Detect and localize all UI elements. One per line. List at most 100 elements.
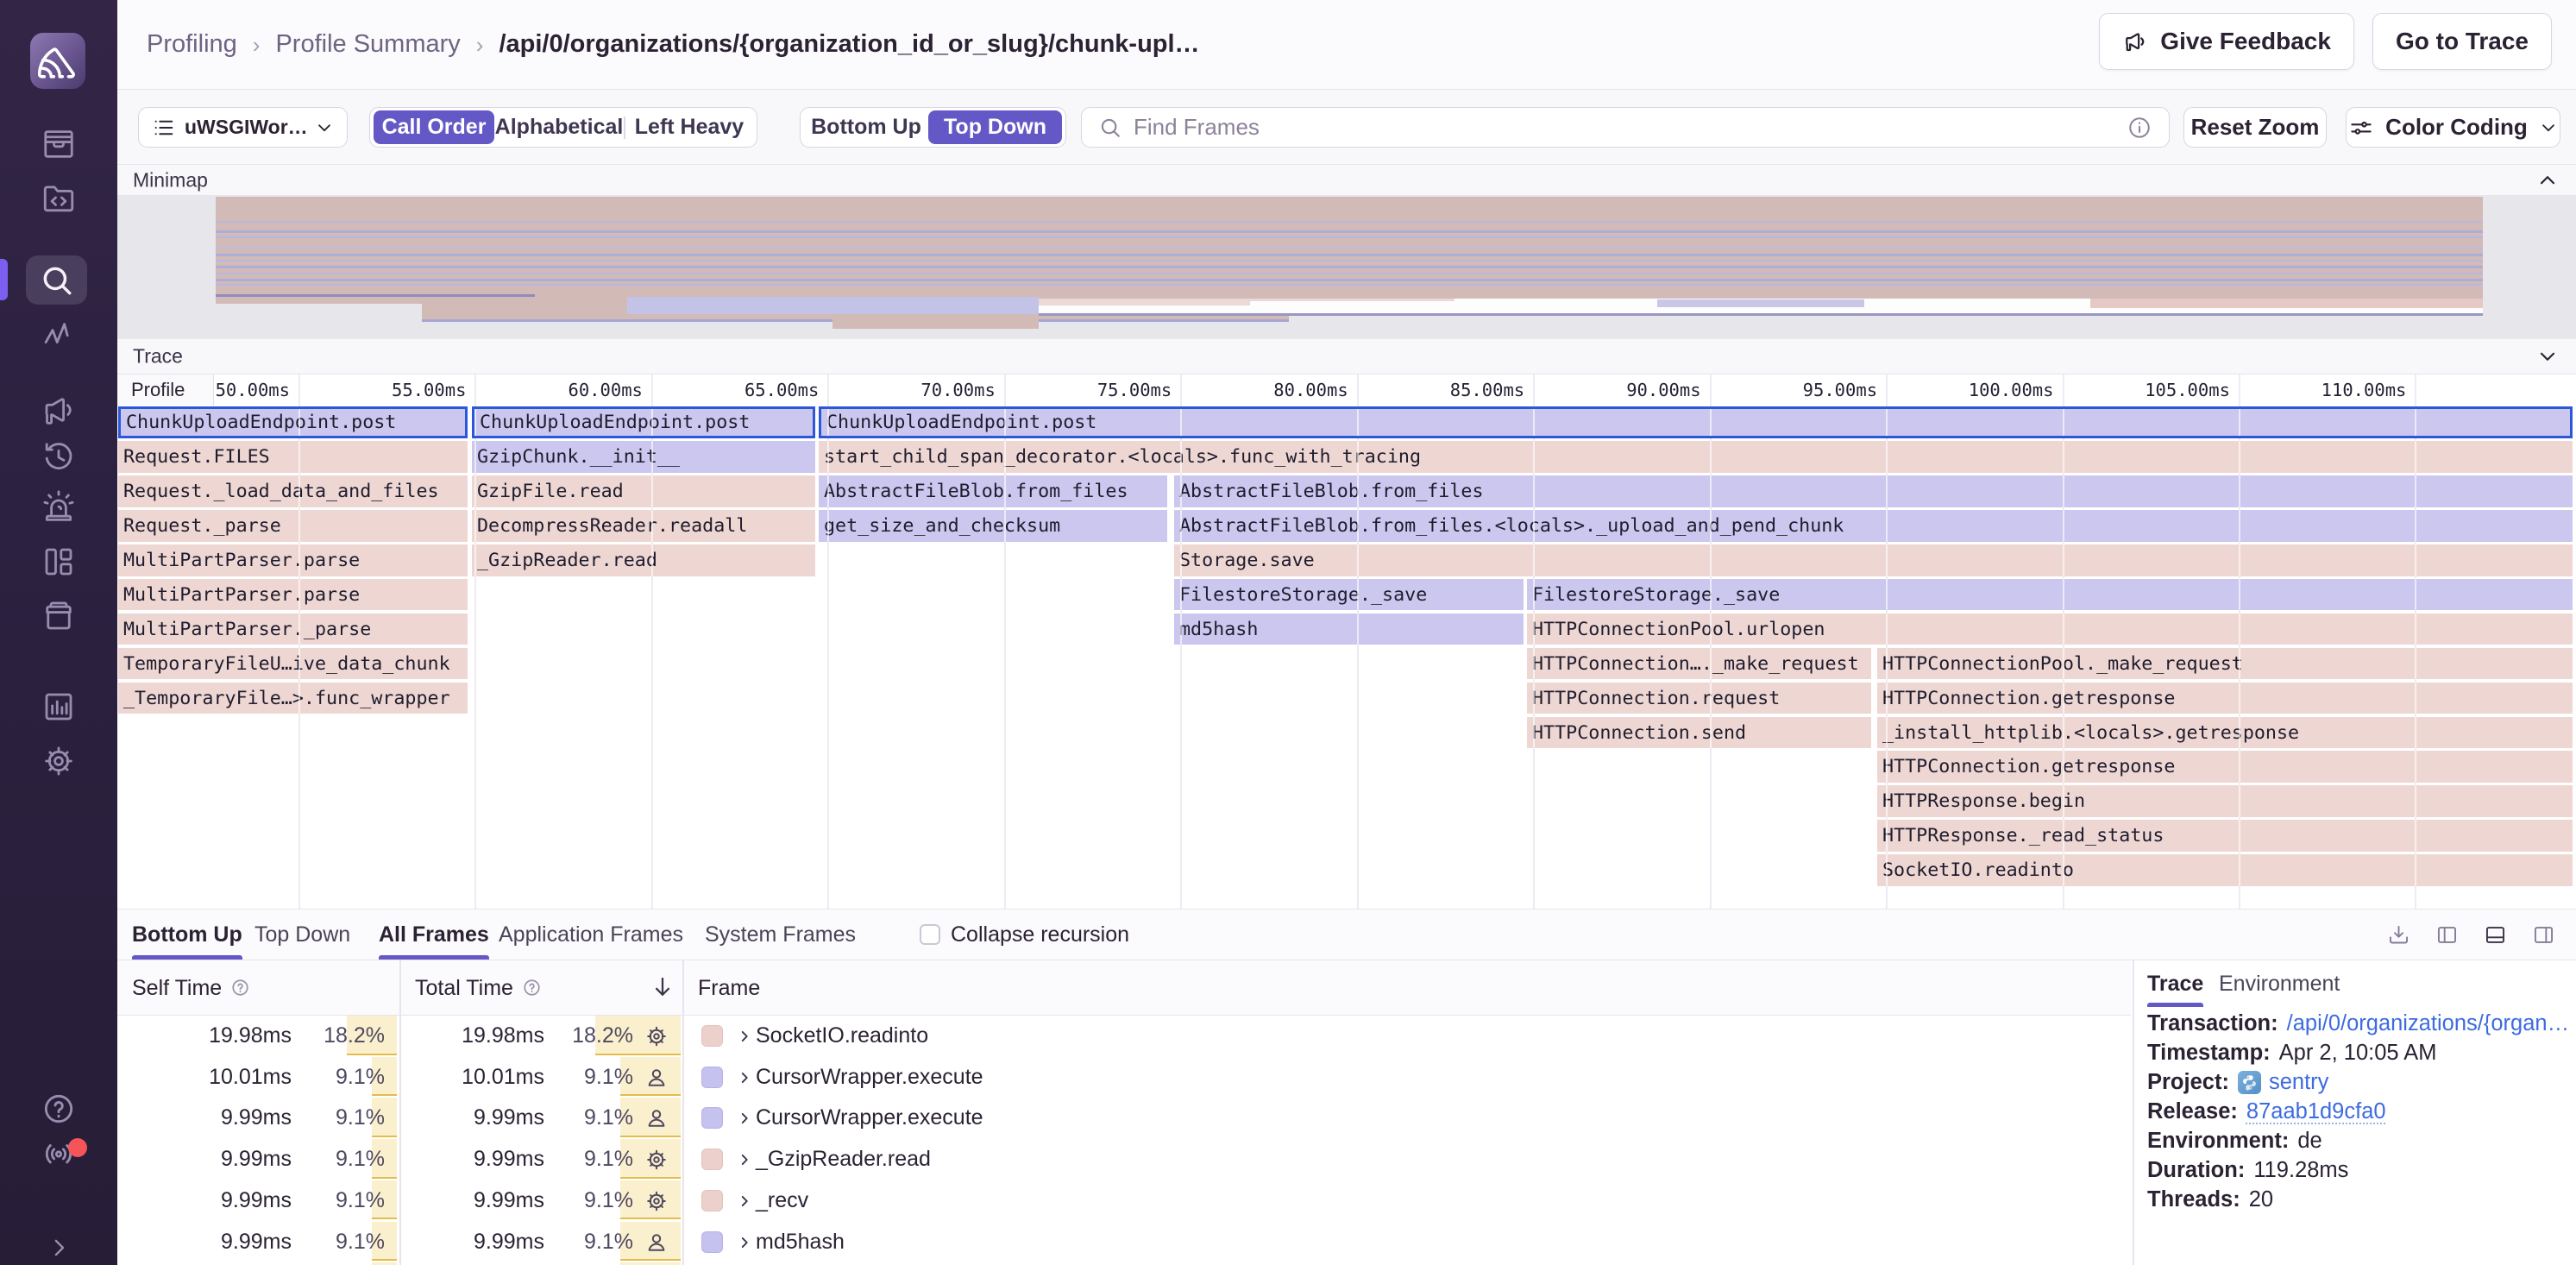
table-row[interactable]: 9.99ms9.1%9.99ms9.1%_GzipReader.read: [117, 1139, 2131, 1180]
flame-frame[interactable]: MultiPartParser.parse: [118, 544, 468, 576]
sidebar-item-search[interactable]: [26, 255, 87, 305]
sidebar-item-explore-code-folder[interactable]: [0, 180, 117, 217]
flame-frame[interactable]: HTTPConnection…._make_request: [1527, 648, 1871, 680]
flame-frame[interactable]: MultiPartParser._parse: [118, 614, 468, 645]
thread-selector[interactable]: uWSGIWor…: [138, 107, 348, 148]
sidebar-item-expand-chevron[interactable]: [0, 1229, 117, 1265]
breadcrumb-profile-summary[interactable]: Profile Summary: [275, 30, 460, 59]
detail-tab-environment[interactable]: Environment: [2219, 960, 2340, 1007]
flame-frame[interactable]: DecompressReader.readall: [472, 510, 815, 542]
flame-frame[interactable]: HTTPConnection.send: [1527, 717, 1871, 749]
table-row[interactable]: 10.01ms9.1%10.01ms9.1%CursorWrapper.exec…: [117, 1057, 2131, 1098]
flame-frame[interactable]: SocketIO.readinto: [1877, 854, 2573, 886]
tab-application-frames[interactable]: Application Frames: [499, 909, 683, 960]
sidebar-item-help-circle[interactable]: [0, 1090, 117, 1128]
flamegraph[interactable]: Profile 50.00ms55.00ms60.00ms65.00ms70.0…: [117, 374, 2576, 909]
axis-tick-label: 70.00ms: [823, 374, 996, 406]
sort-option-left-heavy[interactable]: Left Heavy: [625, 110, 753, 144]
table-row[interactable]: 9.99ms9.1%9.99ms9.1%CursorWrapper.execut…: [117, 1098, 2131, 1139]
collapse-recursion-label[interactable]: Collapse recursion: [951, 909, 1129, 960]
flame-frame[interactable]: Storage.save: [1174, 544, 2573, 576]
flame-frame[interactable]: HTTPResponse._read_status: [1877, 820, 2573, 852]
detail-tab-trace[interactable]: Trace: [2147, 960, 2203, 1007]
sidebar-item-releases-archive[interactable]: [0, 598, 117, 634]
layout-bottom-icon[interactable]: [2484, 923, 2507, 947]
flame-frame[interactable]: ChunkUploadEndpoint.post: [819, 406, 2573, 438]
sidebar-item-dashboards-layout[interactable]: [0, 544, 117, 580]
expand-row-icon[interactable]: [735, 1057, 754, 1087]
flame-frame[interactable]: FilestoreStorage._save: [1527, 579, 2573, 611]
expand-row-icon[interactable]: [735, 1098, 754, 1128]
self-time-header[interactable]: Self Time: [132, 960, 250, 1016]
expand-row-icon[interactable]: [735, 1016, 754, 1046]
sidebar-item-insights-graph[interactable]: [0, 316, 117, 352]
tab-top-down[interactable]: Top Down: [254, 909, 350, 960]
total-time-header[interactable]: Total Time: [415, 960, 542, 1016]
time-gridline-overlay: [2063, 751, 2064, 783]
go-to-trace-button[interactable]: Go to Trace: [2372, 13, 2552, 70]
flame-frame[interactable]: HTTPConnectionPool._make_request: [1877, 648, 2573, 680]
collapse-recursion-checkbox[interactable]: [920, 924, 940, 945]
flame-frame[interactable]: _TemporaryFile…>.func_wrapper: [118, 683, 468, 714]
sidebar-item-broadcast[interactable]: [0, 1135, 117, 1173]
table-row[interactable]: 19.98ms18.2%19.98ms18.2%SocketIO.readint…: [117, 1016, 2131, 1057]
flame-frame[interactable]: Request._parse: [118, 510, 468, 542]
flame-frame[interactable]: _install_httplib.<locals>.getresponse: [1877, 717, 2573, 749]
sort-option-alphabetical[interactable]: Alphabetical: [494, 110, 624, 144]
direction-option-bottom-up[interactable]: Bottom Up: [804, 110, 928, 144]
expand-row-icon[interactable]: [735, 1139, 754, 1169]
flame-frame[interactable]: HTTPConnection.request: [1527, 683, 1871, 714]
expand-row-icon[interactable]: [735, 1180, 754, 1211]
frame-header[interactable]: Frame: [698, 960, 760, 1016]
download-icon[interactable]: [2387, 923, 2410, 947]
sort-direction-icon[interactable]: [650, 974, 675, 1016]
flame-frame[interactable]: MultiPartParser.parse: [118, 579, 468, 611]
tab-bottom-up[interactable]: Bottom Up: [132, 909, 242, 960]
sidebar-item-stats-chart[interactable]: [0, 689, 117, 725]
flame-frame[interactable]: AbstractFileBlob.from_files: [819, 475, 1167, 507]
flame-frame[interactable]: HTTPConnection.getresponse: [1877, 683, 2573, 714]
flame-frame[interactable]: AbstractFileBlob.from_files: [1174, 475, 2573, 507]
flame-frame[interactable]: TemporaryFileU…ive_data_chunk: [118, 648, 468, 680]
reset-zoom-button[interactable]: Reset Zoom: [2183, 107, 2327, 148]
flame-frame[interactable]: ChunkUploadEndpoint.post: [118, 406, 468, 438]
flame-frame[interactable]: HTTPConnection.getresponse: [1877, 751, 2573, 783]
flame-frame[interactable]: GzipFile.read: [472, 475, 815, 507]
give-feedback-button[interactable]: Give Feedback: [2099, 13, 2354, 70]
flame-frame[interactable]: GzipChunk.__init__: [472, 441, 815, 473]
color-coding-dropdown[interactable]: Color Coding: [2346, 107, 2560, 148]
layout-left-icon[interactable]: [2435, 923, 2459, 947]
total-time-percent: 9.1%: [550, 1098, 633, 1139]
flame-frame[interactable]: FilestoreStorage._save: [1174, 579, 1524, 611]
expand-row-icon[interactable]: [735, 1222, 754, 1252]
sidebar-item-issues[interactable]: [0, 126, 117, 162]
table-row[interactable]: 9.99ms9.1%9.99ms9.1%_recv: [117, 1180, 2131, 1222]
find-frames-search[interactable]: [1081, 107, 2170, 148]
flame-frame[interactable]: get_size_and_checksum: [819, 510, 1167, 542]
sidebar-item-replays-clock[interactable]: [0, 438, 117, 475]
collapse-trace-icon[interactable]: [2536, 345, 2559, 368]
flame-frame[interactable]: ChunkUploadEndpoint.post: [472, 406, 815, 438]
search-input[interactable]: [1134, 114, 2115, 141]
minimap-canvas[interactable]: [117, 195, 2576, 338]
tab-all-frames[interactable]: All Frames: [379, 909, 489, 960]
flame-frame[interactable]: HTTPConnectionPool.urlopen: [1527, 614, 2573, 645]
flame-frame[interactable]: Request.FILES: [118, 441, 468, 473]
sidebar-item-alerts-siren[interactable]: [0, 488, 117, 525]
flame-frame[interactable]: AbstractFileBlob.from_files.<locals>._up…: [1174, 510, 2573, 542]
flame-frame[interactable]: _GzipReader.read: [472, 544, 815, 576]
flame-frame[interactable]: HTTPResponse.begin: [1877, 785, 2573, 817]
sidebar-item-settings-gear[interactable]: [0, 743, 117, 779]
layout-right-icon[interactable]: [2532, 923, 2555, 947]
sort-option-call-order[interactable]: Call Order: [374, 110, 494, 144]
flame-frame[interactable]: Request._load_data_and_files: [118, 475, 468, 507]
direction-option-top-down[interactable]: Top Down: [928, 110, 1062, 144]
sidebar-item-feedback-megaphone[interactable]: [0, 392, 117, 428]
breadcrumb-profiling[interactable]: Profiling: [147, 30, 237, 59]
flame-frame[interactable]: md5hash: [1174, 614, 1524, 645]
table-row[interactable]: 9.99ms9.1%9.99ms9.1%md5hash: [117, 1222, 2131, 1263]
flame-frame[interactable]: start_child_span_decorator.<locals>.func…: [819, 441, 2573, 473]
sentry-logo[interactable]: [30, 33, 85, 89]
collapse-minimap-icon[interactable]: [2536, 169, 2559, 192]
tab-system-frames[interactable]: System Frames: [705, 909, 856, 960]
